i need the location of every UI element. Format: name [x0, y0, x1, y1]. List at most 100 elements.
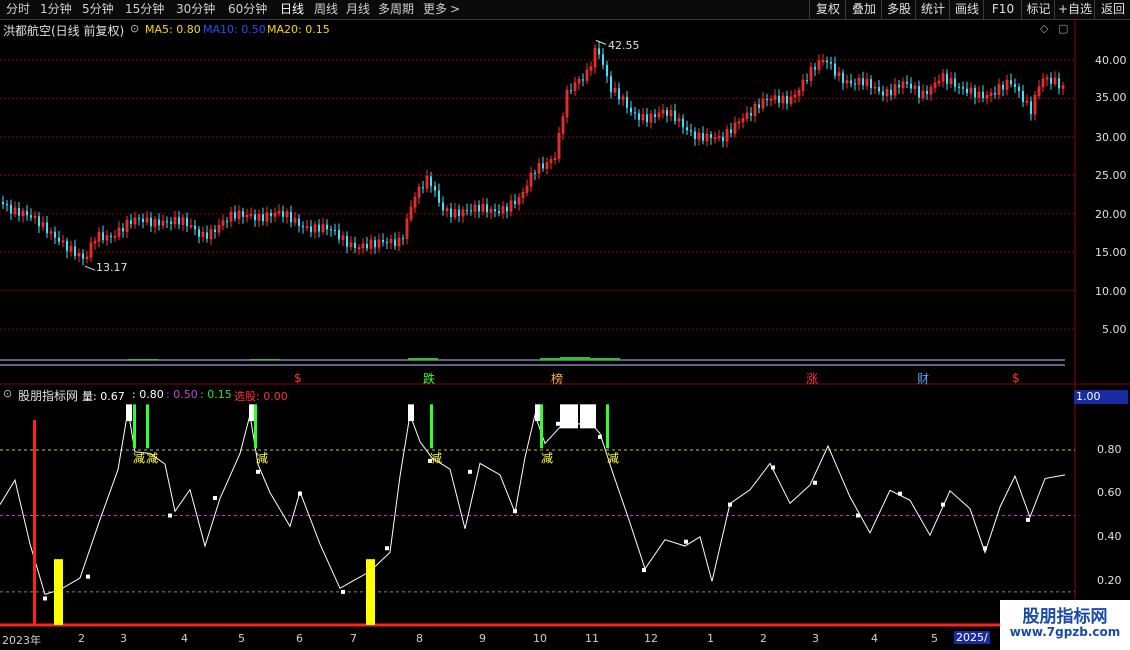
sell-signal-bar — [133, 404, 136, 449]
candle-body — [842, 72, 844, 83]
reduce-signal-label: 减 — [133, 452, 145, 466]
add-watchlist-button[interactable]: +自选 — [1054, 0, 1095, 19]
indicator-chart-canvas[interactable]: 减减减减减减 — [0, 385, 1130, 630]
tab-period-monthly[interactable]: 月线 — [346, 0, 370, 19]
high-price-label: 42.55 — [608, 39, 640, 52]
candle-body — [682, 118, 684, 128]
candle-body — [878, 87, 880, 92]
reduce-signal-label: 减 — [146, 452, 158, 466]
event-mark-dividend[interactable]: $ — [1012, 371, 1020, 385]
buy-signal-bar — [54, 559, 63, 625]
multi-stock-button[interactable]: 多股 — [881, 0, 916, 19]
candle-body — [198, 229, 200, 237]
price-axis-tick: 40.00 — [1095, 54, 1127, 67]
candle-body — [882, 91, 884, 96]
indicator-panel[interactable]: 减减减减减减 ⊙ 股朋指标网 量: 0.67 : 0.80 : 0.50 : 0… — [0, 385, 1130, 630]
price-axis-tick: 25.00 — [1095, 169, 1127, 182]
candle-body — [498, 211, 500, 214]
candle-body — [38, 216, 40, 227]
candle-body — [534, 173, 536, 175]
fuquan-button[interactable]: 复权 — [809, 0, 846, 19]
window-toggle-icon[interactable]: ▢ — [1058, 22, 1068, 35]
candle-body — [506, 206, 508, 212]
candle-body — [1030, 101, 1032, 115]
candle-body — [226, 220, 228, 222]
statistics-button[interactable]: 统计 — [915, 0, 950, 19]
volume-bar — [408, 358, 438, 360]
indicator-settings-icon[interactable]: ⊙ — [3, 387, 12, 400]
tab-period-more[interactable]: 更多 — [423, 0, 447, 19]
overlay-button[interactable]: 叠加 — [845, 0, 882, 19]
candle-body — [646, 114, 648, 123]
watermark-logo: 股朋指标网 www.7gpzb.com — [1000, 600, 1130, 650]
candle-body — [194, 225, 196, 230]
candle-body — [334, 230, 336, 232]
candle-body — [906, 82, 908, 84]
candle-body — [910, 83, 912, 89]
signal-dot — [43, 596, 47, 601]
diamond-icon[interactable]: ◇ — [1040, 22, 1048, 35]
tab-period-30min[interactable]: 30分钟 — [176, 0, 215, 19]
low-marker-line — [84, 265, 96, 271]
tab-period-daily[interactable]: 日线 — [280, 0, 304, 19]
back-button[interactable]: 返回 — [1094, 0, 1130, 19]
event-mark-dividend[interactable]: $ — [294, 371, 302, 385]
candle-body — [826, 60, 828, 63]
signal-dot — [1026, 517, 1030, 522]
signal-dot — [598, 434, 602, 439]
indicator-name: 股朋指标网 — [18, 389, 79, 403]
signal-dot — [86, 574, 90, 579]
more-chevron-icon[interactable]: > — [450, 0, 460, 19]
candle-body — [382, 239, 384, 243]
candle-body — [18, 207, 20, 216]
candle-body — [806, 80, 808, 82]
candle-body — [178, 217, 180, 225]
candle-body — [150, 217, 152, 227]
tab-period-60min[interactable]: 60分钟 — [228, 0, 267, 19]
candle-body — [1002, 84, 1004, 90]
candle-body — [6, 204, 8, 206]
candle-body — [318, 224, 320, 232]
candle-body — [206, 232, 208, 239]
candle-body — [170, 221, 172, 224]
signal-dot — [556, 421, 560, 426]
candle-body — [58, 237, 60, 242]
candle-body — [422, 187, 424, 189]
f10-button[interactable]: F10 — [983, 0, 1022, 19]
candle-body — [254, 214, 256, 221]
candlestick-chart-panel[interactable]: 洪都航空(日线 前复权) ⊙ MA5: 0.80 MA10: 0.50 MA20… — [0, 20, 1130, 386]
tab-period-5min[interactable]: 5分钟 — [82, 0, 114, 19]
date-label: 1 — [707, 632, 714, 645]
ma-settings-icon[interactable]: ⊙ — [130, 22, 139, 35]
tab-period-weekly[interactable]: 周线 — [314, 0, 338, 19]
indicator-param-upper: : 0.80 — [132, 388, 164, 401]
candle-body — [918, 86, 920, 98]
signal-dot — [256, 469, 260, 474]
tab-period-fenshi[interactable]: 分时 — [6, 0, 30, 19]
signal-dot — [513, 509, 517, 514]
tab-period-1min[interactable]: 1分钟 — [40, 0, 72, 19]
price-axis-tick: 5.00 — [1102, 323, 1127, 336]
candle-body — [1018, 86, 1020, 92]
date-label: 2 — [760, 632, 767, 645]
candle-body — [542, 163, 544, 169]
draw-line-button[interactable]: 画线 — [949, 0, 984, 19]
tab-period-multi[interactable]: 多周期 — [378, 0, 414, 19]
candle-body — [450, 208, 452, 217]
tab-period-15min[interactable]: 15分钟 — [125, 0, 164, 19]
watermark-url: www.7gpzb.com — [1009, 625, 1121, 639]
peak-signal-bar — [126, 404, 132, 422]
candle-body — [750, 112, 752, 116]
sell-signal-bar — [606, 404, 609, 449]
candle-body — [46, 222, 48, 234]
date-label-current: 2025/ — [954, 631, 990, 644]
mark-button[interactable]: 标记 — [1021, 0, 1055, 19]
candle-body — [606, 64, 608, 77]
peak-signal-block — [580, 404, 596, 429]
candlestick-chart-canvas[interactable] — [0, 20, 1130, 385]
candle-body — [778, 95, 780, 103]
date-label: 6 — [296, 632, 303, 645]
price-axis-tick: 10.00 — [1095, 285, 1127, 298]
volume-bar — [590, 358, 620, 360]
current-value-badge: 1.00 — [1074, 390, 1128, 404]
